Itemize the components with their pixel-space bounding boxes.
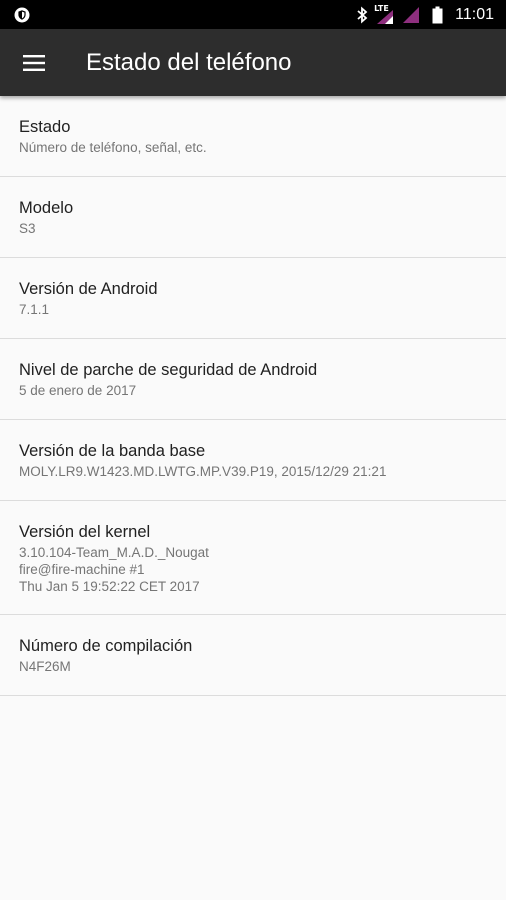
- status-icons: LTE 11:01: [348, 0, 494, 29]
- settings-list: Estado Número de teléfono, señal, etc. M…: [0, 96, 506, 696]
- item-summary: S3: [19, 221, 36, 236]
- shield-icon: [14, 7, 30, 23]
- list-item-build-number[interactable]: Número de compilación N4F26M: [0, 615, 506, 696]
- list-item-android-version[interactable]: Versión de Android 7.1.1: [0, 258, 506, 339]
- item-summary: 7.1.1: [19, 302, 50, 317]
- lte-signal-icon: LTE: [374, 4, 394, 25]
- page-title: Estado del teléfono: [86, 49, 292, 76]
- list-item-modelo[interactable]: Modelo S3: [0, 177, 506, 258]
- list-item-estado[interactable]: Estado Número de teléfono, señal, etc.: [0, 96, 506, 177]
- item-title: Número de compilación: [19, 637, 193, 655]
- item-title: Versión de la banda base: [19, 442, 206, 460]
- signal-icon: [403, 6, 420, 23]
- item-summary: 3.10.104-Team_M.A.D._Nougat fire@fire-ma…: [19, 545, 209, 594]
- list-item-kernel[interactable]: Versión del kernel 3.10.104-Team_M.A.D._…: [0, 501, 506, 615]
- status-bar: LTE 11:01: [0, 0, 506, 29]
- item-title: Versión de Android: [19, 280, 158, 298]
- list-item-baseband[interactable]: Versión de la banda base MOLY.LR9.W1423.…: [0, 420, 506, 501]
- item-summary: 5 de enero de 2017: [19, 383, 137, 398]
- battery-icon: [432, 6, 443, 23]
- item-title: Estado: [19, 118, 71, 136]
- item-summary: MOLY.LR9.W1423.MD.LWTG.MP.V39.P19, 2015/…: [19, 464, 387, 479]
- item-summary: Número de teléfono, señal, etc.: [19, 140, 207, 155]
- app-bar: Estado del teléfono: [0, 29, 506, 96]
- menu-button[interactable]: [10, 39, 58, 87]
- list-item-security-patch[interactable]: Nivel de parche de seguridad de Android …: [0, 339, 506, 420]
- item-title: Versión del kernel: [19, 523, 151, 541]
- clock: 11:01: [455, 5, 494, 23]
- item-title: Modelo: [19, 199, 74, 217]
- menu-icon: [23, 55, 45, 71]
- item-summary: N4F26M: [19, 659, 71, 674]
- bluetooth-icon: [357, 6, 368, 23]
- item-title: Nivel de parche de seguridad de Android: [19, 361, 318, 379]
